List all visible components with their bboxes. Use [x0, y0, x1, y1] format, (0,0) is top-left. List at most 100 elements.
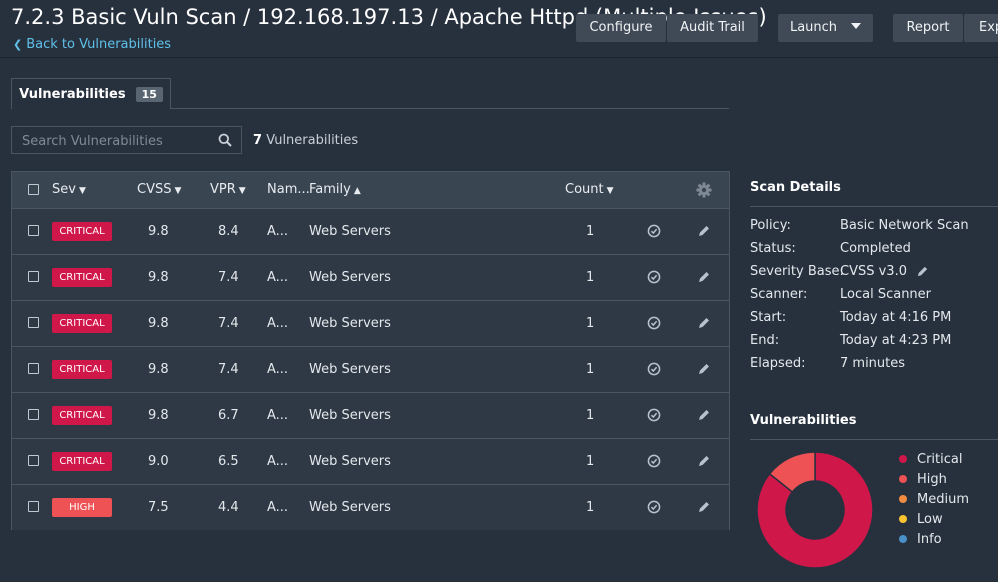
- cvss-value: 7.5: [148, 500, 169, 515]
- severity-badge: CRITICAL: [52, 268, 112, 287]
- plugin-name: A...: [267, 270, 289, 285]
- row-checkbox[interactable]: [28, 455, 39, 466]
- check-circle-icon[interactable]: [647, 224, 661, 238]
- scan-detail-value: Today at 4:16 PM: [840, 310, 952, 325]
- legend-item: Low: [899, 512, 943, 527]
- table-row[interactable]: CRITICAL 9.8 7.4 A... Web Servers 1: [12, 300, 729, 346]
- vpr-value: 8.4: [218, 224, 239, 239]
- vulnerabilities-chart-heading: Vulnerabilities: [750, 413, 857, 428]
- pencil-icon[interactable]: [916, 265, 929, 278]
- count-value: 1: [586, 270, 595, 285]
- plugin-family: Web Servers: [309, 362, 391, 377]
- plugin-name: A...: [267, 454, 289, 469]
- plugin-family: Web Servers: [309, 270, 391, 285]
- pencil-icon[interactable]: [697, 500, 711, 514]
- count-value: 1: [586, 454, 595, 469]
- column-header-vpr[interactable]: VPR ▼: [210, 172, 246, 208]
- vpr-value: 7.4: [218, 316, 239, 331]
- table-row[interactable]: CRITICAL 9.8 8.4 A... Web Servers 1: [12, 208, 729, 254]
- check-circle-icon[interactable]: [647, 454, 661, 468]
- legend-item: Medium: [899, 492, 969, 507]
- audit-trail-button[interactable]: Audit Trail: [667, 14, 758, 42]
- table-row[interactable]: HIGH 7.5 4.4 A... Web Servers 1: [12, 484, 729, 530]
- check-circle-icon[interactable]: [647, 500, 661, 514]
- legend-label: High: [917, 472, 947, 487]
- export-button[interactable]: Export: [964, 14, 998, 42]
- back-link-label: Back to Vulnerabilities: [26, 37, 172, 52]
- row-checkbox[interactable]: [28, 501, 39, 512]
- severity-badge: CRITICAL: [52, 222, 112, 241]
- row-checkbox[interactable]: [28, 225, 39, 236]
- configure-button[interactable]: Configure: [576, 14, 666, 42]
- check-circle-icon[interactable]: [647, 316, 661, 330]
- cvss-value: 9.0: [148, 454, 169, 469]
- count-value: 1: [586, 224, 595, 239]
- scan-details-heading: Scan Details: [750, 180, 841, 195]
- cvss-value: 9.8: [148, 270, 169, 285]
- launch-button[interactable]: Launch: [778, 14, 873, 42]
- scan-detail-value: CVSS v3.0: [840, 264, 907, 279]
- search-input[interactable]: [12, 127, 219, 155]
- plugin-family: Web Servers: [309, 500, 391, 515]
- column-header-cvss[interactable]: CVSS ▼: [137, 172, 181, 208]
- row-checkbox[interactable]: [28, 409, 39, 420]
- row-checkbox[interactable]: [28, 271, 39, 282]
- column-header-name[interactable]: Nam...: [267, 172, 310, 208]
- count-value: 1: [586, 500, 595, 515]
- scan-details-divider: [750, 206, 998, 207]
- severity-badge: CRITICAL: [52, 314, 112, 333]
- table-row[interactable]: CRITICAL 9.8 7.4 A... Web Servers 1: [12, 346, 729, 392]
- plugin-family: Web Servers: [309, 408, 391, 423]
- cvss-value: 9.8: [148, 362, 169, 377]
- table-row[interactable]: CRITICAL 9.8 6.7 A... Web Servers 1: [12, 392, 729, 438]
- pencil-icon[interactable]: [697, 408, 711, 422]
- scan-detail-value: Completed: [840, 241, 911, 256]
- plugin-family: Web Servers: [309, 316, 391, 331]
- cvss-value: 9.8: [148, 224, 169, 239]
- plugin-family: Web Servers: [309, 224, 391, 239]
- pencil-icon[interactable]: [697, 454, 711, 468]
- column-header-count[interactable]: Count ▼: [565, 172, 614, 208]
- select-all-checkbox[interactable]: [28, 184, 39, 195]
- count-value: 1: [586, 362, 595, 377]
- column-header-sev[interactable]: Sev ▼: [52, 172, 86, 208]
- pencil-icon[interactable]: [697, 316, 711, 330]
- severity-badge: CRITICAL: [52, 360, 112, 379]
- legend-item: Info: [899, 532, 942, 547]
- row-checkbox[interactable]: [28, 317, 39, 328]
- column-header-family[interactable]: Family ▲: [309, 172, 361, 208]
- table-row[interactable]: CRITICAL 9.0 6.5 A... Web Servers 1: [12, 438, 729, 484]
- pencil-icon[interactable]: [697, 362, 711, 376]
- scan-detail-label: Policy:: [750, 218, 791, 233]
- sev-header-label: Sev: [52, 182, 76, 197]
- family-header-label: Family: [309, 182, 351, 197]
- report-button[interactable]: Report: [893, 14, 963, 42]
- row-checkbox[interactable]: [28, 363, 39, 374]
- pencil-icon[interactable]: [697, 270, 711, 284]
- gear-icon[interactable]: [696, 182, 712, 198]
- severity-donut-chart: [756, 451, 874, 569]
- legend-dot-icon: [899, 454, 907, 463]
- check-circle-icon[interactable]: [647, 408, 661, 422]
- scan-detail-value: Today at 4:23 PM: [840, 333, 952, 348]
- legend-label: Critical: [917, 452, 963, 467]
- scan-detail-value: Basic Network Scan: [840, 218, 969, 233]
- scan-detail-label: Severity Base:: [750, 264, 844, 279]
- cvss-header-label: CVSS: [137, 182, 172, 197]
- check-circle-icon[interactable]: [647, 362, 661, 376]
- vpr-value: 7.4: [218, 362, 239, 377]
- legend-dot-icon: [899, 494, 907, 503]
- count-value: 1: [586, 408, 595, 423]
- scan-detail-label: Elapsed:: [750, 356, 806, 371]
- tab-vulnerabilities[interactable]: Vulnerabilities 15: [11, 78, 171, 109]
- sort-down-icon: ▼: [174, 186, 182, 196]
- search-icon[interactable]: [218, 133, 232, 147]
- scan-detail-label: Start:: [750, 310, 787, 325]
- vulnerabilities-chart-divider: [750, 439, 998, 440]
- scan-detail-value: Local Scanner: [840, 287, 932, 302]
- pencil-icon[interactable]: [697, 224, 711, 238]
- table-row[interactable]: CRITICAL 9.8 7.4 A... Web Servers 1: [12, 254, 729, 300]
- back-to-vulnerabilities-link[interactable]: ❮ Back to Vulnerabilities: [13, 37, 171, 52]
- plugin-name: A...: [267, 408, 289, 423]
- check-circle-icon[interactable]: [647, 270, 661, 284]
